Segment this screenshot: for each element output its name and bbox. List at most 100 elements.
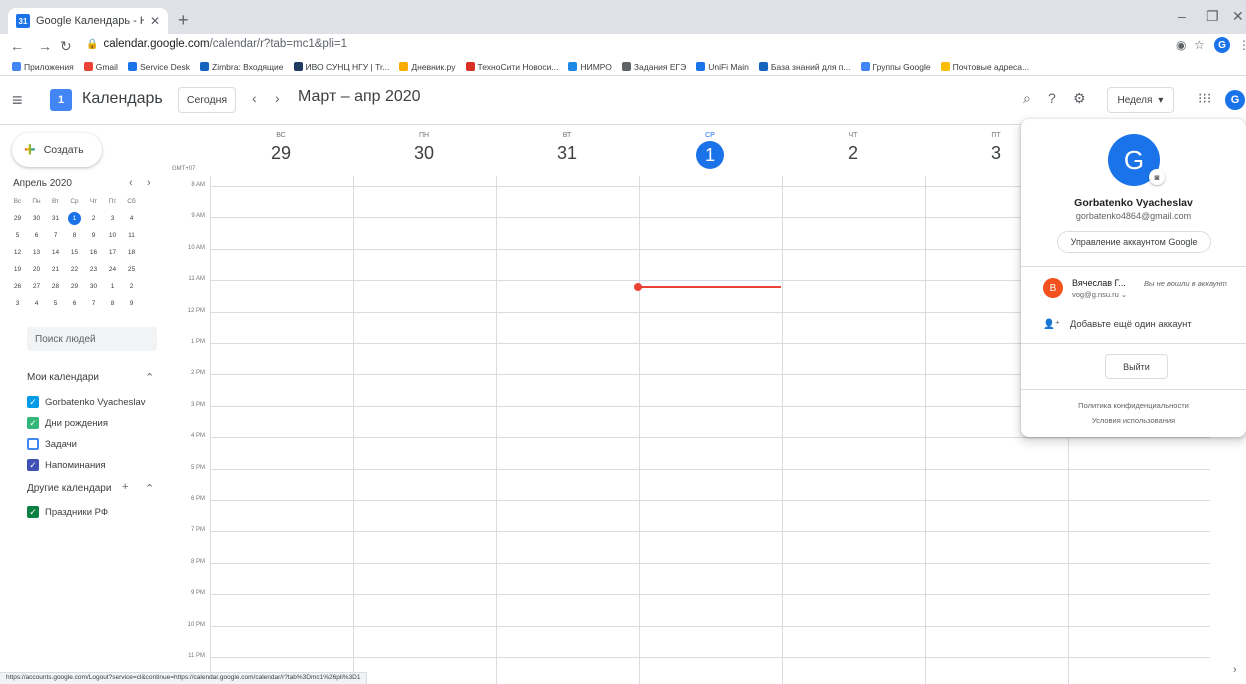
create-button[interactable]: + Создать bbox=[12, 133, 102, 167]
restore-icon[interactable]: ❐ bbox=[1206, 8, 1219, 25]
reload-icon[interactable]: ↻ bbox=[60, 38, 72, 55]
manage-account-button[interactable]: Управление аккаунтом Google bbox=[1057, 231, 1211, 253]
day-number[interactable]: 3 bbox=[991, 143, 1001, 164]
mini-day[interactable]: 29 bbox=[65, 279, 84, 294]
help-icon[interactable]: ? bbox=[1048, 90, 1056, 106]
mini-day[interactable]: 18 bbox=[122, 245, 141, 260]
side-panel-expand-icon[interactable]: › bbox=[1233, 664, 1237, 676]
bookmark-star-icon[interactable]: ☆ bbox=[1194, 38, 1205, 52]
chevron-up-icon[interactable]: ⌃ bbox=[145, 482, 154, 495]
day-number[interactable]: 1 bbox=[696, 141, 724, 169]
mini-day[interactable]: 25 bbox=[122, 262, 141, 277]
mini-day[interactable]: 26 bbox=[8, 279, 27, 294]
add-account-item[interactable]: 👤⁺ Добавьте ещё один аккаунт bbox=[1043, 319, 1192, 330]
day-header[interactable]: ВС 29 bbox=[210, 126, 352, 164]
other-account-avatar[interactable]: В bbox=[1043, 278, 1063, 298]
checkbox-icon[interactable]: ✓ bbox=[27, 396, 39, 408]
mini-day[interactable]: 30 bbox=[84, 279, 103, 294]
people-search-input[interactable]: Поиск людей bbox=[27, 327, 157, 351]
day-number[interactable]: 29 bbox=[271, 143, 291, 164]
mini-day[interactable]: 19 bbox=[8, 262, 27, 277]
mini-day[interactable]: 7 bbox=[46, 228, 65, 243]
other-account-name[interactable]: Вячеслав Г... bbox=[1072, 278, 1126, 288]
day-header[interactable]: ВТ 31 bbox=[496, 126, 638, 164]
mini-day[interactable]: 20 bbox=[27, 262, 46, 277]
mini-day[interactable]: 1 bbox=[65, 211, 84, 226]
checkbox-icon[interactable]: ✓ bbox=[27, 506, 39, 518]
bookmark-item[interactable]: ТехноСити Новоси... bbox=[465, 62, 558, 72]
mini-day[interactable]: 11 bbox=[122, 228, 141, 243]
calendar-list-item[interactable]: ✓ Напоминания bbox=[27, 457, 106, 473]
mini-day[interactable]: 16 bbox=[84, 245, 103, 260]
mini-day[interactable]: 2 bbox=[84, 211, 103, 226]
camera-icon[interactable]: ◙ bbox=[1149, 169, 1165, 185]
sign-out-button[interactable]: Выйти bbox=[1105, 354, 1168, 379]
bookmark-item[interactable]: Дневник.ру bbox=[399, 62, 456, 72]
mini-day[interactable]: 2 bbox=[122, 279, 141, 294]
terms-link[interactable]: Условия использования bbox=[1021, 416, 1246, 425]
bookmark-item[interactable]: Приложения bbox=[12, 62, 74, 72]
bookmark-item[interactable]: Задания ЕГЭ bbox=[621, 62, 686, 72]
mini-day[interactable]: 8 bbox=[65, 228, 84, 243]
mini-day[interactable]: 8 bbox=[103, 296, 122, 311]
mini-day[interactable]: 31 bbox=[46, 211, 65, 226]
window-close-icon[interactable]: ✕ bbox=[1232, 8, 1244, 25]
new-tab-icon[interactable]: + bbox=[178, 10, 189, 31]
account-avatar[interactable]: G bbox=[1225, 90, 1245, 110]
settings-gear-icon[interactable]: ⚙ bbox=[1073, 90, 1086, 107]
day-header[interactable]: ПН 30 bbox=[353, 126, 495, 164]
bookmark-item[interactable]: Zimbra: Входящие bbox=[200, 62, 284, 72]
bookmark-item[interactable]: Service Desk bbox=[127, 62, 190, 72]
bookmark-item[interactable]: НИМРО bbox=[568, 62, 612, 72]
url-field[interactable]: 🔒 calendar.google.com/calendar/r?tab=mc1&… bbox=[86, 38, 347, 50]
privacy-link[interactable]: Политика конфиденциальности bbox=[1021, 401, 1246, 410]
mini-day[interactable]: 23 bbox=[84, 262, 103, 277]
back-icon[interactable]: ← bbox=[10, 38, 24, 54]
mini-day[interactable]: 14 bbox=[46, 245, 65, 260]
mini-day[interactable]: 24 bbox=[103, 262, 122, 277]
mini-day[interactable]: 9 bbox=[84, 228, 103, 243]
day-header[interactable]: СР 1 bbox=[639, 126, 781, 169]
mini-day[interactable]: 10 bbox=[103, 228, 122, 243]
mini-day[interactable]: 15 bbox=[65, 245, 84, 260]
mini-day[interactable]: 4 bbox=[27, 296, 46, 311]
day-number[interactable]: 2 bbox=[848, 143, 858, 164]
day-number[interactable]: 30 bbox=[414, 143, 434, 164]
calendar-list-item[interactable]: Задачи bbox=[27, 436, 77, 452]
chevron-up-icon[interactable]: ⌃ bbox=[145, 371, 154, 384]
other-calendars-title[interactable]: Другие календари bbox=[27, 483, 111, 494]
add-calendar-icon[interactable]: + bbox=[122, 481, 128, 493]
bookmark-item[interactable]: UniFi Main bbox=[696, 62, 749, 72]
next-week-icon[interactable]: › bbox=[275, 90, 280, 106]
extension-icon[interactable]: ◉ bbox=[1176, 38, 1186, 52]
checkbox-icon[interactable]: ✓ bbox=[27, 459, 39, 471]
my-calendars-title[interactable]: Мои календари bbox=[27, 372, 99, 383]
bookmark-item[interactable]: ИВО СУНЦ НГУ | Tr... bbox=[293, 62, 389, 72]
bookmark-item[interactable]: Gmail bbox=[83, 62, 118, 72]
mini-day[interactable]: 6 bbox=[27, 228, 46, 243]
bookmark-item[interactable]: Группы Google bbox=[860, 62, 931, 72]
day-number[interactable]: 31 bbox=[557, 143, 577, 164]
main-menu-icon[interactable]: ≡ bbox=[12, 90, 23, 111]
mini-day[interactable]: 4 bbox=[122, 211, 141, 226]
browser-tab[interactable]: 31 Google Календарь - Неделя: 29 ✕ bbox=[8, 8, 168, 34]
checkbox-icon[interactable] bbox=[27, 438, 39, 450]
forward-icon[interactable]: → bbox=[38, 38, 52, 54]
calendar-list-item[interactable]: ✓ Праздники РФ bbox=[27, 504, 108, 520]
mini-prev-icon[interactable]: ‹ bbox=[129, 177, 133, 189]
mini-day[interactable]: 9 bbox=[122, 296, 141, 311]
minimize-icon[interactable]: – bbox=[1178, 8, 1186, 24]
mini-day[interactable]: 29 bbox=[8, 211, 27, 226]
mini-day[interactable]: 5 bbox=[8, 228, 27, 243]
search-icon[interactable]: ⌕ bbox=[1023, 90, 1031, 107]
mini-day[interactable]: 3 bbox=[8, 296, 27, 311]
mini-day[interactable]: 12 bbox=[8, 245, 27, 260]
prev-week-icon[interactable]: ‹ bbox=[252, 90, 257, 106]
mini-day[interactable]: 30 bbox=[27, 211, 46, 226]
mini-day[interactable]: 28 bbox=[46, 279, 65, 294]
mini-day[interactable]: 27 bbox=[27, 279, 46, 294]
close-tab-icon[interactable]: ✕ bbox=[150, 14, 160, 28]
mini-day[interactable]: 7 bbox=[84, 296, 103, 311]
mini-day[interactable]: 1 bbox=[103, 279, 122, 294]
other-account-email[interactable]: vog@g.nsu.ru ⌄ bbox=[1072, 290, 1127, 299]
